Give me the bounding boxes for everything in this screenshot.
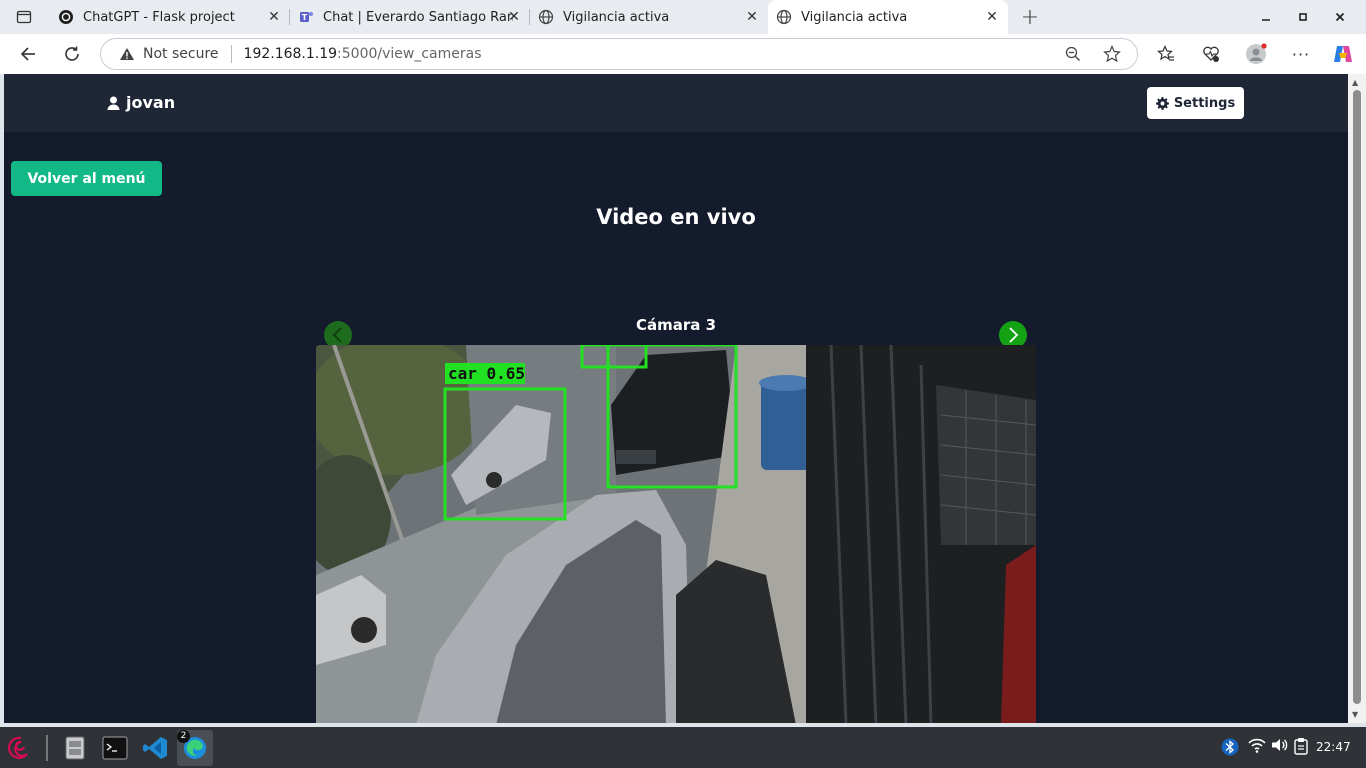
vscode-icon[interactable] — [137, 730, 173, 766]
user-icon — [107, 96, 120, 110]
close-tab-icon[interactable]: ✕ — [744, 9, 760, 25]
file-manager-icon[interactable] — [57, 730, 93, 766]
svg-text:T: T — [302, 13, 308, 22]
close-window-icon[interactable] — [1318, 0, 1362, 34]
clipboard-icon[interactable] — [1293, 737, 1309, 755]
gear-icon — [1155, 96, 1169, 110]
address-bar[interactable]: Not secure 192.168.1.19:5000/view_camera… — [100, 38, 1138, 70]
camera-label: Cámara 3 — [635, 316, 717, 334]
debian-menu-icon[interactable] — [2, 730, 38, 766]
warning-icon[interactable] — [119, 47, 135, 61]
reload-icon[interactable] — [57, 40, 87, 68]
volume-icon[interactable] — [1270, 737, 1288, 753]
os-taskbar: 2 22:47 — [0, 727, 1366, 768]
tab-vigilancia-1[interactable]: Vigilancia activa ✕ — [530, 0, 768, 34]
system-clock[interactable]: 22:47 — [1316, 740, 1351, 754]
bluetooth-icon[interactable] — [1221, 737, 1239, 757]
tab-chatgpt[interactable]: ChatGPT - Flask project ✕ — [50, 0, 290, 34]
favorite-star-icon[interactable] — [1103, 45, 1121, 67]
tab-actions-icon[interactable] — [9, 3, 39, 31]
new-tab-icon[interactable]: + — [1015, 3, 1045, 31]
chevron-left-icon — [332, 327, 342, 343]
username: jovan — [126, 93, 176, 112]
settings-button[interactable]: Settings — [1147, 87, 1244, 119]
scrollbar-thumb[interactable] — [1353, 90, 1361, 704]
wifi-icon[interactable] — [1248, 737, 1266, 753]
camera-video-feed: car 0.65 — [316, 345, 1036, 723]
top-navbar: jovan Settings — [4, 74, 1348, 132]
tab-title: Vigilancia activa — [563, 9, 670, 25]
settings-label: Settings — [1173, 95, 1236, 111]
chatgpt-icon — [58, 9, 74, 25]
tab-title: ChatGPT - Flask project — [83, 9, 235, 25]
camera-frame: car 0.65 — [316, 345, 1036, 723]
browser-toolbar: Not secure 192.168.1.19:5000/view_camera… — [0, 34, 1366, 74]
more-options-icon[interactable]: ··· — [1286, 40, 1316, 68]
detection-label: car 0.65 — [448, 364, 525, 383]
edge-browser-icon[interactable]: 2 — [177, 730, 213, 766]
browser-tab-strip: ChatGPT - Flask project ✕ T Chat | Evera… — [0, 0, 1366, 34]
back-to-menu-button[interactable]: Volver al menú — [11, 161, 162, 196]
tab-title: Chat | Everardo Santiago Ramir — [323, 9, 513, 25]
copilot-icon[interactable] — [1328, 40, 1358, 68]
url-path: :5000/view_cameras — [337, 46, 482, 62]
terminal-icon[interactable] — [97, 730, 133, 766]
favorites-icon[interactable] — [1151, 40, 1181, 68]
tab-teams-chat[interactable]: T Chat | Everardo Santiago Ramir ✕ — [290, 0, 530, 34]
zoom-out-icon[interactable] — [1065, 46, 1081, 66]
close-tab-icon[interactable]: ✕ — [984, 9, 1000, 25]
window-count-badge: 2 — [177, 730, 190, 743]
web-page: jovan Settings Volver al menú Video en v… — [4, 74, 1348, 723]
page-title: Video en vivo — [596, 205, 756, 229]
page-scrollbar[interactable]: ▲ ▼ — [1348, 74, 1366, 723]
close-tab-icon[interactable]: ✕ — [266, 9, 282, 25]
globe-icon — [776, 9, 792, 25]
scroll-down-icon[interactable]: ▼ — [1352, 710, 1358, 719]
address-divider — [230, 45, 232, 63]
taskbar-separator — [46, 735, 48, 761]
back-arrow-icon[interactable] — [13, 40, 43, 68]
user-menu[interactable]: jovan — [107, 93, 175, 112]
scroll-up-icon[interactable]: ▲ — [1352, 78, 1358, 87]
tab-vigilancia-active[interactable]: Vigilancia activa ✕ — [768, 0, 1008, 34]
browser-essentials-icon[interactable] — [1196, 40, 1226, 68]
chevron-right-icon — [1009, 327, 1019, 343]
globe-icon — [538, 9, 554, 25]
profile-avatar-icon[interactable] — [1241, 40, 1271, 68]
tab-title: Vigilancia activa — [801, 9, 908, 25]
close-tab-icon[interactable]: ✕ — [506, 9, 522, 25]
url-host: 192.168.1.19 — [243, 46, 338, 62]
security-status-label: Not secure — [143, 46, 219, 62]
teams-icon: T — [298, 9, 314, 25]
